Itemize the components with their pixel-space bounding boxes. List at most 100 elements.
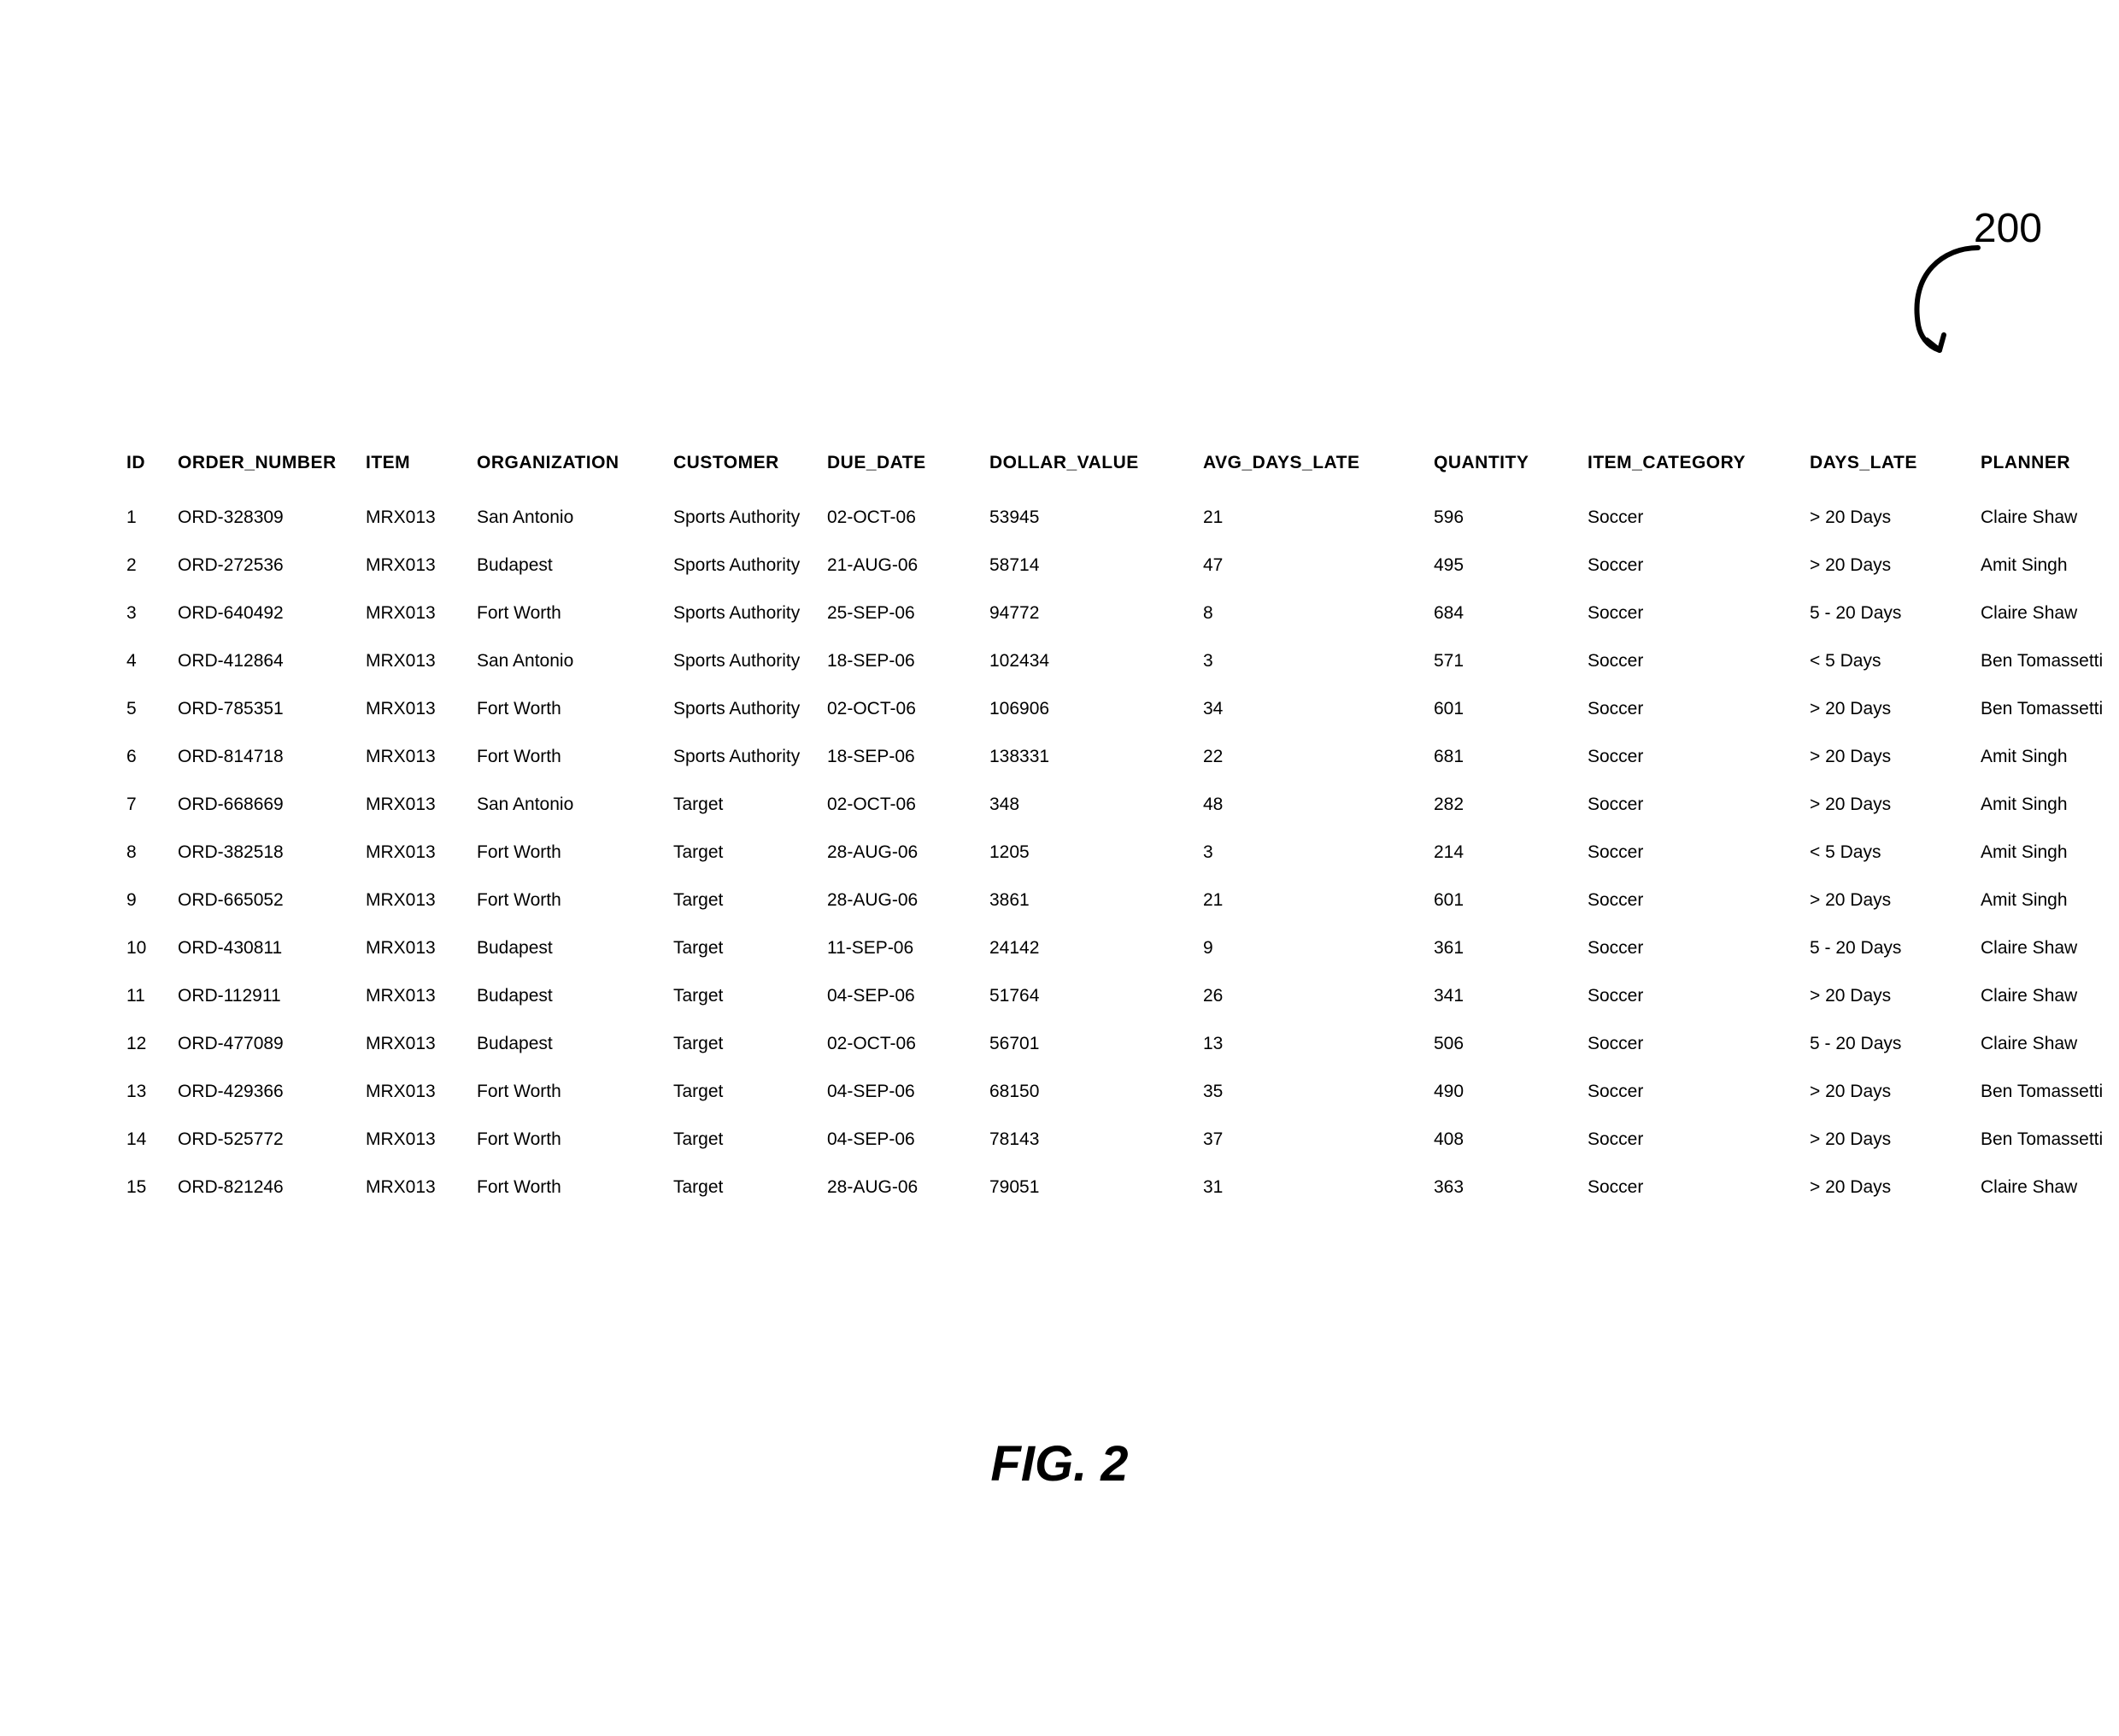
figure-caption: FIG. 2 <box>990 1435 1128 1493</box>
header-customer: CUSTOMER <box>666 444 820 494</box>
cell-avg_days_late: 31 <box>1196 1164 1427 1211</box>
cell-avg_days_late: 26 <box>1196 972 1427 1020</box>
cell-customer: Sports Authority <box>666 685 820 733</box>
table-row: 12ORD-477089MRX013BudapestTarget02-OCT-0… <box>120 1020 2119 1068</box>
cell-due_date: 28-AUG-06 <box>820 1164 983 1211</box>
cell-id: 7 <box>120 781 171 829</box>
cell-item_category: Soccer <box>1581 877 1803 924</box>
cell-quantity: 361 <box>1427 924 1581 972</box>
cell-due_date: 18-SEP-06 <box>820 637 983 685</box>
cell-dollar_value: 102434 <box>983 637 1196 685</box>
cell-quantity: 214 <box>1427 829 1581 877</box>
cell-planner: Claire Shaw <box>1974 494 2119 542</box>
cell-days_late: > 20 Days <box>1803 877 1974 924</box>
cell-id: 11 <box>120 972 171 1020</box>
cell-dollar_value: 58714 <box>983 542 1196 589</box>
cell-id: 8 <box>120 829 171 877</box>
table-row: 10ORD-430811MRX013BudapestTarget11-SEP-0… <box>120 924 2119 972</box>
header-organization: ORGANIZATION <box>470 444 666 494</box>
header-item-category: ITEM_CATEGORY <box>1581 444 1803 494</box>
cell-avg_days_late: 22 <box>1196 733 1427 781</box>
cell-customer: Target <box>666 972 820 1020</box>
cell-id: 1 <box>120 494 171 542</box>
cell-dollar_value: 51764 <box>983 972 1196 1020</box>
cell-item_category: Soccer <box>1581 542 1803 589</box>
cell-item: MRX013 <box>359 1068 470 1116</box>
cell-item: MRX013 <box>359 542 470 589</box>
cell-avg_days_late: 48 <box>1196 781 1427 829</box>
table-row: 14ORD-525772MRX013Fort WorthTarget04-SEP… <box>120 1116 2119 1164</box>
header-due-date: DUE_DATE <box>820 444 983 494</box>
cell-dollar_value: 138331 <box>983 733 1196 781</box>
cell-id: 13 <box>120 1068 171 1116</box>
cell-organization: Fort Worth <box>470 829 666 877</box>
cell-item_category: Soccer <box>1581 924 1803 972</box>
cell-days_late: > 20 Days <box>1803 781 1974 829</box>
cell-item_category: Soccer <box>1581 494 1803 542</box>
cell-item: MRX013 <box>359 924 470 972</box>
cell-item: MRX013 <box>359 1116 470 1164</box>
cell-customer: Sports Authority <box>666 494 820 542</box>
cell-item: MRX013 <box>359 829 470 877</box>
cell-order_number: ORD-112911 <box>171 972 359 1020</box>
cell-organization: San Antonio <box>470 637 666 685</box>
cell-order_number: ORD-272536 <box>171 542 359 589</box>
cell-due_date: 21-AUG-06 <box>820 542 983 589</box>
cell-order_number: ORD-430811 <box>171 924 359 972</box>
table-row: 15ORD-821246MRX013Fort WorthTarget28-AUG… <box>120 1164 2119 1211</box>
cell-customer: Target <box>666 1020 820 1068</box>
cell-item_category: Soccer <box>1581 1020 1803 1068</box>
header-dollar-value: DOLLAR_VALUE <box>983 444 1196 494</box>
header-avg-days-late: AVG_DAYS_LATE <box>1196 444 1427 494</box>
cell-organization: Fort Worth <box>470 685 666 733</box>
cell-avg_days_late: 47 <box>1196 542 1427 589</box>
cell-quantity: 408 <box>1427 1116 1581 1164</box>
cell-planner: Claire Shaw <box>1974 924 2119 972</box>
cell-item_category: Soccer <box>1581 972 1803 1020</box>
cell-due_date: 25-SEP-06 <box>820 589 983 637</box>
cell-order_number: ORD-640492 <box>171 589 359 637</box>
table-row: 3ORD-640492MRX013Fort WorthSports Author… <box>120 589 2119 637</box>
cell-item: MRX013 <box>359 972 470 1020</box>
cell-customer: Sports Authority <box>666 542 820 589</box>
cell-planner: Ben Tomassetti <box>1974 637 2119 685</box>
cell-item: MRX013 <box>359 877 470 924</box>
cell-id: 9 <box>120 877 171 924</box>
cell-item_category: Soccer <box>1581 1068 1803 1116</box>
cell-organization: Budapest <box>470 542 666 589</box>
header-quantity: QUANTITY <box>1427 444 1581 494</box>
cell-customer: Target <box>666 924 820 972</box>
cell-item_category: Soccer <box>1581 685 1803 733</box>
header-order-number: ORDER_NUMBER <box>171 444 359 494</box>
cell-due_date: 04-SEP-06 <box>820 1068 983 1116</box>
cell-dollar_value: 78143 <box>983 1116 1196 1164</box>
cell-days_late: < 5 Days <box>1803 637 1974 685</box>
cell-avg_days_late: 34 <box>1196 685 1427 733</box>
cell-item_category: Soccer <box>1581 1116 1803 1164</box>
cell-due_date: 02-OCT-06 <box>820 1020 983 1068</box>
cell-customer: Target <box>666 1164 820 1211</box>
cell-dollar_value: 79051 <box>983 1164 1196 1211</box>
cell-quantity: 363 <box>1427 1164 1581 1211</box>
cell-avg_days_late: 8 <box>1196 589 1427 637</box>
cell-order_number: ORD-665052 <box>171 877 359 924</box>
header-item: ITEM <box>359 444 470 494</box>
cell-organization: Fort Worth <box>470 1068 666 1116</box>
cell-quantity: 596 <box>1427 494 1581 542</box>
cell-customer: Target <box>666 1068 820 1116</box>
cell-order_number: ORD-814718 <box>171 733 359 781</box>
cell-due_date: 28-AUG-06 <box>820 877 983 924</box>
cell-id: 3 <box>120 589 171 637</box>
cell-organization: Fort Worth <box>470 1116 666 1164</box>
cell-due_date: 28-AUG-06 <box>820 829 983 877</box>
cell-quantity: 282 <box>1427 781 1581 829</box>
cell-order_number: ORD-785351 <box>171 685 359 733</box>
cell-planner: Claire Shaw <box>1974 1020 2119 1068</box>
cell-item_category: Soccer <box>1581 829 1803 877</box>
cell-due_date: 11-SEP-06 <box>820 924 983 972</box>
cell-days_late: 5 - 20 Days <box>1803 1020 1974 1068</box>
cell-days_late: 5 - 20 Days <box>1803 924 1974 972</box>
cell-item: MRX013 <box>359 494 470 542</box>
cell-item: MRX013 <box>359 637 470 685</box>
cell-id: 15 <box>120 1164 171 1211</box>
